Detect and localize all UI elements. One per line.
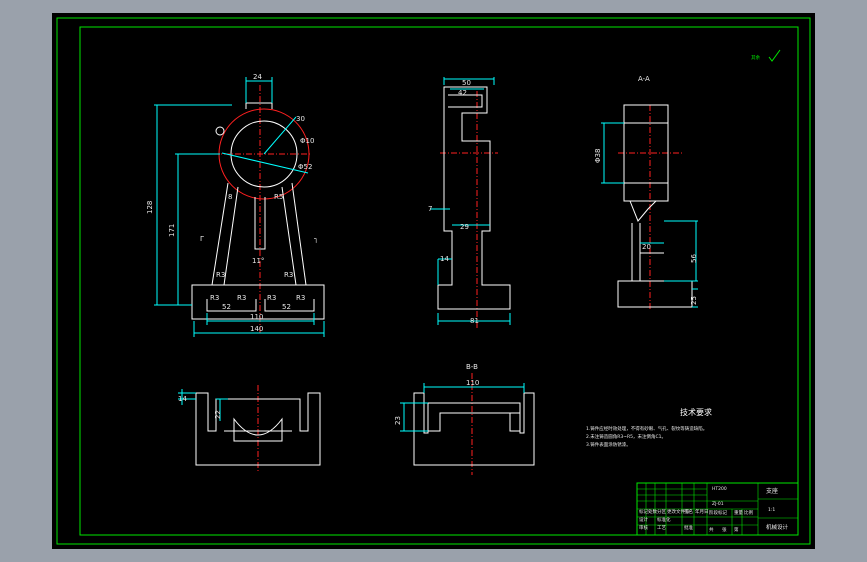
section-hatch-mid (623, 182, 669, 202)
roughness-note: 其余 (751, 54, 760, 61)
svg-text:14: 14 (440, 255, 449, 263)
tech-requirements: 技术要求 1.铸件应经时效处理，不得有砂眼、气孔、裂纹等铸造缺陷。 2.未注铸造… (586, 407, 712, 448)
svg-text:工艺: 工艺 (657, 525, 666, 531)
roughness-symbol-icon (768, 49, 781, 62)
svg-text:比例: 比例 (744, 509, 753, 516)
tech-title: 技术要求 (680, 407, 712, 417)
svg-text:Φ10: Φ10 (300, 137, 314, 145)
title-block: HT200 ZJ-01 支座 1:1 机械设计 标记 处数 分区 更改文件号 签… (636, 482, 799, 536)
cad-viewport[interactable]: 其余 24 128 171 30 Φ10 Φ52 8 R5 R3 R3 11° … (52, 13, 815, 549)
svg-text:2.未注铸造圆角R3~R5，未注倒角C1。: 2.未注铸造圆角R3~R5，未注倒角C1。 (586, 433, 666, 440)
svg-text:23: 23 (394, 416, 402, 425)
svg-text:共: 共 (709, 526, 714, 533)
left-leg (211, 182, 229, 286)
svg-text:标准化: 标准化 (657, 516, 671, 523)
section-hatch-top (623, 104, 669, 124)
view-b-label: B-B (466, 363, 478, 371)
section-view: A-A Φ38 20 56 25 (594, 75, 698, 309)
svg-text:22: 22 (214, 410, 222, 419)
svg-text:R3: R3 (216, 271, 225, 279)
svg-text:50: 50 (462, 79, 471, 87)
svg-text:20: 20 (642, 243, 651, 251)
svg-text:设计: 设计 (639, 516, 648, 523)
svg-text:56: 56 (690, 254, 698, 263)
svg-text:重量: 重量 (734, 509, 743, 516)
part-name: 支座 (766, 487, 778, 495)
svg-text:R5: R5 (274, 193, 283, 201)
svg-text:42: 42 (458, 89, 467, 97)
svg-text:30: 30 (296, 115, 305, 123)
side-view: 50 42 7 29 14 81 (428, 77, 511, 328)
svg-text:11°: 11° (252, 257, 264, 265)
svg-text:171: 171 (168, 224, 176, 237)
top-view-left: 14 22 (178, 385, 321, 471)
svg-text:8: 8 (228, 193, 232, 201)
top-view-right: B-B 110 23 (394, 363, 535, 475)
svg-text:81: 81 (470, 317, 479, 325)
svg-text:14: 14 (178, 395, 187, 403)
svg-text:1:1: 1:1 (768, 507, 775, 513)
section-base (617, 280, 693, 308)
svg-text:Φ52: Φ52 (298, 163, 312, 171)
svg-text:3.铸件表面涂防锈漆。: 3.铸件表面涂防锈漆。 (586, 441, 631, 448)
svg-text:R3: R3 (210, 294, 219, 302)
svg-text:52: 52 (222, 303, 231, 311)
svg-text:R3: R3 (296, 294, 305, 302)
svg-text:25: 25 (690, 296, 698, 305)
svg-text:52: 52 (282, 303, 291, 311)
svg-text:分区: 分区 (657, 508, 666, 515)
svg-text:R3: R3 (237, 294, 246, 302)
svg-text:1.铸件应经时效处理，不得有砂眼、气孔、裂纹等铸造缺陷。: 1.铸件应经时效处理，不得有砂眼、气孔、裂纹等铸造缺陷。 (586, 425, 707, 432)
svg-text:阶段标记: 阶段标记 (709, 509, 727, 516)
svg-text:110: 110 (466, 379, 479, 387)
svg-text:Γ: Γ (200, 235, 204, 243)
svg-text:29: 29 (460, 223, 469, 231)
top-right-outline (413, 392, 535, 466)
svg-text:签名: 签名 (684, 508, 693, 515)
engineering-drawing: 其余 24 128 171 30 Φ10 Φ52 8 R5 R3 R3 11° … (56, 17, 811, 545)
svg-text:审核: 审核 (639, 524, 648, 531)
svg-text:张: 张 (722, 526, 727, 533)
section-label: A-A (638, 75, 650, 83)
side-outline (437, 86, 511, 310)
company-name: 机械设计 (766, 523, 789, 531)
svg-text:批准: 批准 (684, 524, 693, 531)
top-right-hatch (427, 402, 521, 432)
svg-text:第: 第 (734, 526, 739, 533)
svg-text:Φ38: Φ38 (594, 149, 602, 163)
svg-text:24: 24 (253, 73, 262, 81)
svg-text:R3: R3 (284, 271, 293, 279)
svg-text:HT200: HT200 (712, 486, 727, 492)
svg-text:ZJ-01: ZJ-01 (712, 501, 724, 507)
svg-text:┐: ┐ (314, 235, 318, 243)
svg-text:128: 128 (146, 201, 154, 214)
svg-text:7: 7 (428, 205, 432, 213)
front-view: 24 128 171 30 Φ10 Φ52 8 R5 R3 R3 11° R3 … (146, 73, 325, 337)
svg-text:年月日: 年月日 (695, 508, 709, 515)
svg-text:R3: R3 (267, 294, 276, 302)
svg-text:110: 110 (250, 313, 263, 321)
svg-text:140: 140 (250, 325, 263, 333)
